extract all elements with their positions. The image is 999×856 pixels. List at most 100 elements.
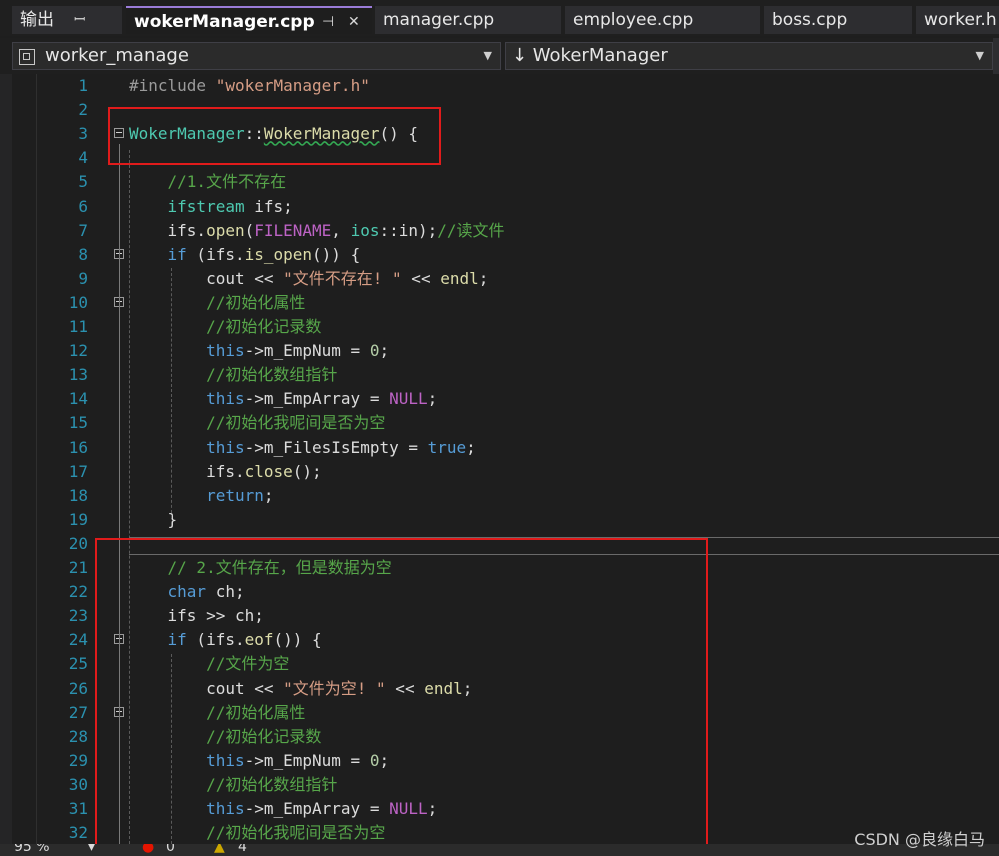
code-text[interactable]: cout << "文件不存在! " << endl; xyxy=(129,267,488,291)
code-text[interactable]: //1.文件不存在 xyxy=(129,170,287,194)
code-text[interactable]: //初始化数组指针 xyxy=(129,363,337,387)
code-line[interactable]: 17 ifs.close(); xyxy=(0,460,999,484)
warning-icon[interactable]: ▲ xyxy=(214,844,225,855)
line-number: 14 xyxy=(68,389,88,409)
tab-employee-label: employee.cpp xyxy=(573,10,694,30)
code-line[interactable]: 1 #include "wokerManager.h" xyxy=(0,74,999,98)
line-number: 23 xyxy=(68,606,88,626)
zoom-level[interactable]: 95 % xyxy=(14,844,50,855)
code-text[interactable]: ifs.open(FILENAME, ios::in);//读文件 xyxy=(129,219,505,243)
code-text[interactable]: if (ifs.is_open()) { xyxy=(129,243,361,267)
annotation-box-empty-file xyxy=(95,538,708,846)
line-number: 19 xyxy=(68,509,88,529)
code-text[interactable]: this->m_FilesIsEmpty = true; xyxy=(129,436,476,460)
code-line[interactable]: 13 //初始化数组指针 xyxy=(0,363,999,387)
line-number: 24 xyxy=(68,630,88,650)
tab-boss-cpp[interactable]: boss.cpp xyxy=(764,6,912,34)
project-dropdown[interactable]: worker_manage ▼ xyxy=(12,42,501,70)
pin-icon[interactable]: ꟷ xyxy=(74,6,85,34)
code-text[interactable]: this->m_EmpNum = 0; xyxy=(129,339,389,363)
line-number: 6 xyxy=(78,196,88,216)
code-line[interactable]: 10 //初始化属性 xyxy=(0,291,999,315)
project-dropdown-value: worker_manage xyxy=(45,45,189,66)
code-line[interactable]: 14 this->m_EmpArray = NULL; xyxy=(0,387,999,411)
line-number: 12 xyxy=(68,341,88,361)
chevron-down-icon: ▼ xyxy=(483,49,492,62)
member-dropdown[interactable]: ↓ WokerManager ▼ xyxy=(505,42,993,70)
tab-manager-cpp[interactable]: manager.cpp xyxy=(375,6,561,34)
tab-boss-label: boss.cpp xyxy=(772,10,848,30)
indent-guide xyxy=(171,268,172,518)
code-line[interactable]: 5 //1.文件不存在 xyxy=(0,170,999,194)
tab-wokermanager-cpp[interactable]: wokerManager.cpp ⊣ ✕ xyxy=(126,6,372,34)
line-number: 2 xyxy=(78,100,88,120)
document-tab-bar: 输出 ꟷ wokerManager.cpp ⊣ ✕ manager.cpp em… xyxy=(0,0,999,36)
line-number: 8 xyxy=(78,244,88,264)
tab-wokermanager-label: wokerManager.cpp xyxy=(134,12,315,32)
chevron-down-icon[interactable]: ▾ xyxy=(88,844,95,855)
close-icon[interactable]: ✕ xyxy=(348,8,360,34)
line-number: 28 xyxy=(68,726,88,746)
tab-output-label: 输出 xyxy=(20,10,54,30)
line-number: 20 xyxy=(68,533,88,553)
line-number: 31 xyxy=(68,799,88,818)
code-line[interactable]: 18 return; xyxy=(0,484,999,508)
line-number: 18 xyxy=(68,485,88,505)
line-number: 29 xyxy=(68,750,88,770)
line-number: 10 xyxy=(68,292,88,312)
line-number: 7 xyxy=(78,220,88,240)
code-line[interactable]: 16 this->m_FilesIsEmpty = true; xyxy=(0,436,999,460)
line-number: 22 xyxy=(68,582,88,602)
line-number: 32 xyxy=(68,823,88,843)
error-count[interactable]: 0 xyxy=(166,844,175,855)
line-number: 3 xyxy=(78,124,88,144)
member-dropdown-value: ↓ WokerManager xyxy=(512,45,668,66)
line-number: 27 xyxy=(68,702,88,722)
project-icon xyxy=(19,49,35,65)
line-number: 26 xyxy=(68,678,88,698)
line-number: 25 xyxy=(68,654,88,674)
code-line[interactable]: 15 //初始化我呢间是否为空 xyxy=(0,411,999,435)
code-line[interactable]: 12 this->m_EmpNum = 0; xyxy=(0,339,999,363)
watermark: CSDN @良缘白马 xyxy=(854,830,985,849)
error-icon[interactable]: ● xyxy=(142,844,154,855)
line-number: 21 xyxy=(68,558,88,577)
line-number: 15 xyxy=(68,413,88,433)
line-number: 13 xyxy=(68,365,88,385)
code-line[interactable]: 11 //初始化记录数 xyxy=(0,315,999,339)
line-number: 1 xyxy=(78,76,88,95)
navigation-bar: worker_manage ▼ ↓ WokerManager ▼ xyxy=(0,38,999,74)
warning-count[interactable]: 4 xyxy=(238,844,247,855)
tab-output[interactable]: 输出 ꟷ xyxy=(12,6,122,34)
code-text[interactable]: #include "wokerManager.h" xyxy=(129,74,370,98)
code-line[interactable]: 7 ifs.open(FILENAME, ios::in);//读文件 xyxy=(0,219,999,243)
pin-icon[interactable]: ⊣ xyxy=(322,8,334,34)
code-text[interactable]: //初始化我呢间是否为空 xyxy=(129,411,385,435)
tab-worker-h[interactable]: worker.h xyxy=(916,6,999,34)
code-text[interactable]: return; xyxy=(129,484,273,508)
line-number: 30 xyxy=(68,774,88,794)
line-number: 9 xyxy=(78,268,88,288)
code-text[interactable]: //初始化属性 xyxy=(129,291,305,315)
code-line[interactable]: 6 ifstream ifs; xyxy=(0,195,999,219)
code-text[interactable]: ifstream ifs; xyxy=(129,195,293,219)
code-text[interactable]: ifs.close(); xyxy=(129,460,322,484)
code-text[interactable]: } xyxy=(129,508,178,532)
code-text[interactable]: //初始化记录数 xyxy=(129,315,321,339)
line-number: 5 xyxy=(78,172,88,192)
tab-employee-cpp[interactable]: employee.cpp xyxy=(565,6,760,34)
scrollbar-corner xyxy=(993,38,999,74)
line-number: 17 xyxy=(68,461,88,481)
code-line[interactable]: 19 } xyxy=(0,508,999,532)
line-number: 16 xyxy=(68,437,88,457)
tab-worker-label: worker.h xyxy=(924,10,997,30)
chevron-down-icon: ▼ xyxy=(975,49,984,62)
status-bar: 95 % ▾ ● 0 ▲ 4 xyxy=(0,844,999,856)
code-line[interactable]: 8 if (ifs.is_open()) { xyxy=(0,243,999,267)
code-line[interactable]: 9 cout << "文件不存在! " << endl; xyxy=(0,267,999,291)
code-text[interactable]: this->m_EmpArray = NULL; xyxy=(129,387,437,411)
tab-manager-label: manager.cpp xyxy=(383,10,495,30)
line-number: 4 xyxy=(78,148,88,168)
line-number: 11 xyxy=(68,317,88,336)
annotation-box-constructor xyxy=(108,107,441,165)
